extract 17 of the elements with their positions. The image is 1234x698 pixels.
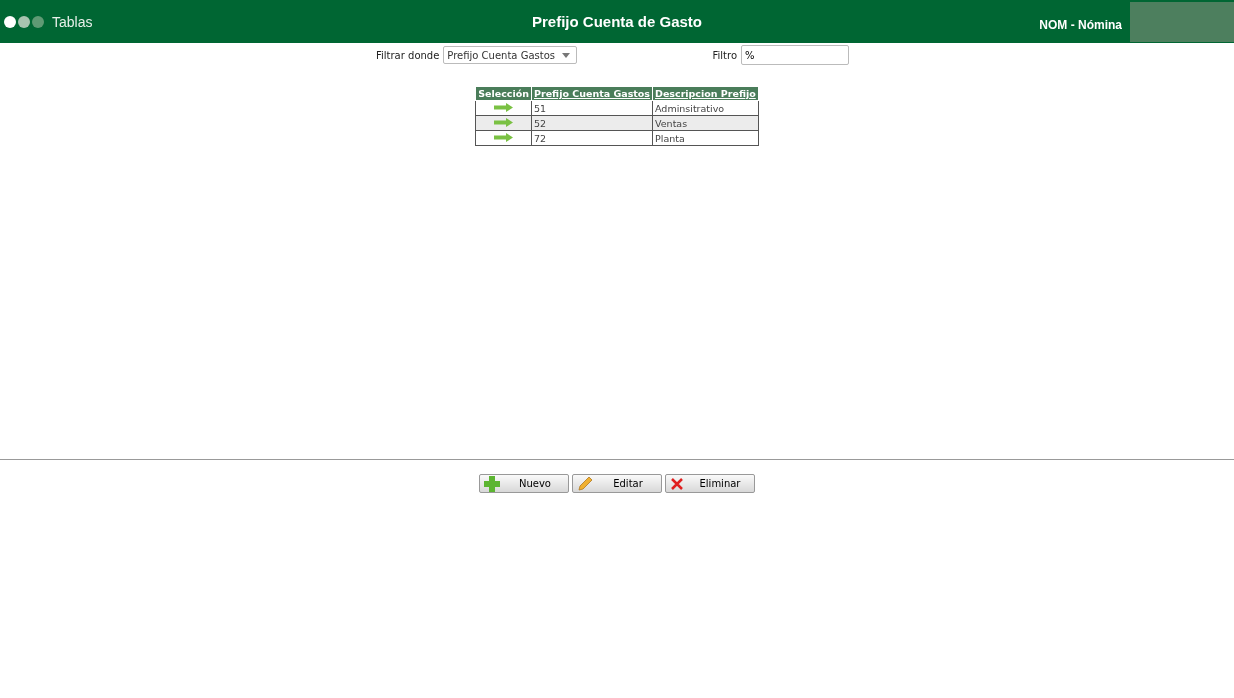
filter-value-label: Filtro [712,49,737,61]
table-cell: Adminsitrativo [652,100,759,116]
add-button[interactable]: Nuevo [479,474,569,493]
table-cell: 51 [531,100,653,116]
delete-button[interactable]: Eliminar [665,474,755,493]
filter-input[interactable]: % [741,45,849,65]
module-name: NOM - Nómina [1039,17,1122,32]
section-title[interactable]: Tablas [52,13,93,30]
column-header[interactable]: Prefijo Cuenta Gastos [531,86,653,101]
edit-button[interactable]: Editar [572,474,662,493]
table-cell: Planta [652,130,759,146]
column-header[interactable]: Descripcion Prefijo [652,86,759,101]
page-title: Prefijo Cuenta de Gasto [531,13,702,30]
filter-field-dropdown[interactable]: Prefijo Cuenta Gastos [443,46,578,64]
filter-label: Filtrar donde [376,49,440,61]
table-cell: 72 [531,130,653,146]
column-header: Selección [475,86,532,101]
